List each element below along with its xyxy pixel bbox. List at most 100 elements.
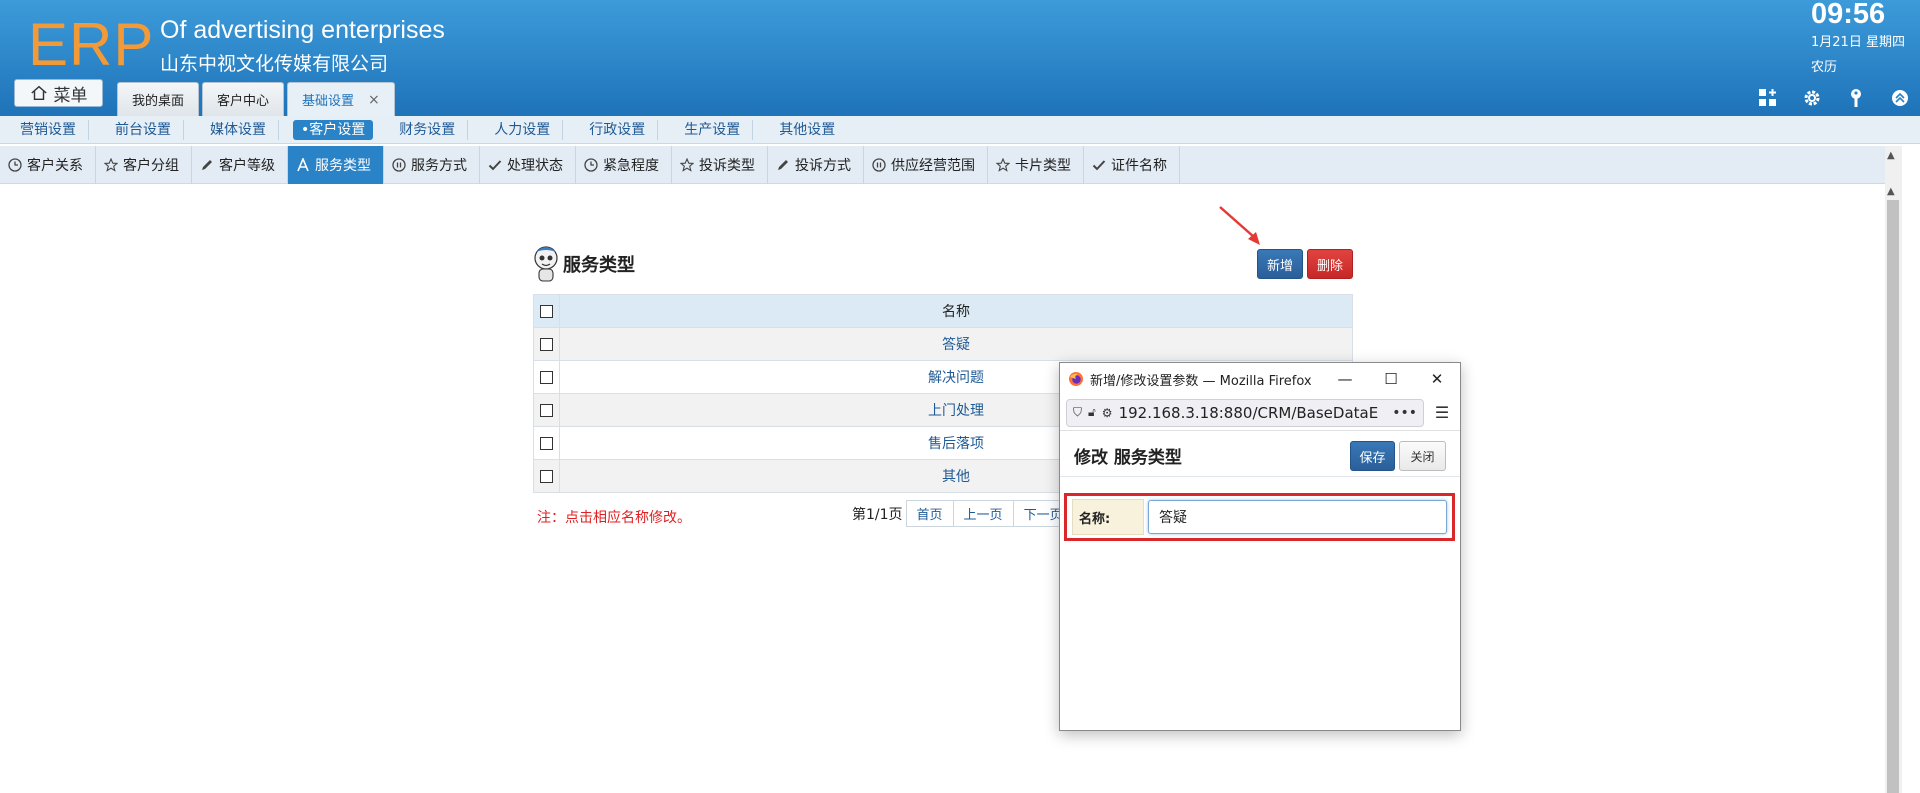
- first-page-button[interactable]: 首页: [905, 500, 954, 527]
- row-checkbox[interactable]: [540, 370, 553, 384]
- row-name-link[interactable]: 答疑: [559, 327, 1353, 361]
- menu-button[interactable]: 菜单: [14, 79, 103, 107]
- nav-hr-settings[interactable]: 人力设置: [482, 119, 564, 140]
- row-checkbox-cell: [533, 327, 560, 361]
- save-button[interactable]: 保存: [1350, 441, 1395, 471]
- tab-label: 我的桌面: [132, 94, 185, 109]
- maximize-icon[interactable]: ☐: [1368, 363, 1414, 395]
- name-input[interactable]: [1148, 500, 1447, 534]
- star-icon: [680, 158, 694, 172]
- subnav-label: 证件名称: [1111, 158, 1167, 174]
- close-window-icon[interactable]: ✕: [1414, 363, 1460, 395]
- firefox-icon: [1069, 372, 1083, 386]
- tab-label: 基础设置: [302, 94, 355, 109]
- nav-customer-settings[interactable]: •客户设置: [293, 119, 374, 140]
- subnav-complaint-method[interactable]: 投诉方式: [768, 146, 864, 184]
- close-tab-icon[interactable]: ×: [368, 92, 380, 108]
- row-checkbox[interactable]: [540, 436, 553, 450]
- nav-front-desk-settings[interactable]: 前台设置: [103, 119, 184, 140]
- subnav-supply-scope[interactable]: 供应经营范围: [864, 146, 988, 184]
- subnav-certificate-name[interactable]: 证件名称: [1084, 146, 1180, 184]
- url-field[interactable]: ⛉ 🔓︎ ⚙︎ 192.168.3.18:880/CRM/BaseDataE •…: [1066, 398, 1424, 427]
- select-all-checkbox[interactable]: [540, 304, 553, 318]
- page-actions-icon[interactable]: •••: [1392, 405, 1417, 421]
- page-info: 第1/1页: [852, 506, 903, 523]
- row-checkbox[interactable]: [540, 469, 553, 483]
- star-icon: [996, 158, 1010, 172]
- nav-other-settings[interactable]: 其他设置: [767, 120, 847, 140]
- name-field-row: 名称:: [1064, 493, 1455, 541]
- tab-customer-center[interactable]: 客户中心: [202, 82, 285, 116]
- tab-basic-settings[interactable]: 基础设置 ×: [287, 82, 395, 116]
- grid-icon[interactable]: [1756, 86, 1780, 110]
- mascot-icon: [534, 246, 558, 282]
- table-header-row: 名称: [533, 294, 1353, 328]
- company-name-cn: 山东中视文化传媒有限公司: [160, 53, 389, 75]
- subnav-label: 投诉类型: [699, 158, 755, 174]
- add-button[interactable]: 新增: [1257, 249, 1303, 279]
- subnav-card-type[interactable]: 卡片类型: [988, 146, 1084, 184]
- nav-marketing-settings[interactable]: 营销设置: [8, 119, 89, 140]
- subnav-complaint-type[interactable]: 投诉类型: [672, 146, 768, 184]
- check-icon: [1092, 160, 1106, 171]
- subnav-customer-group[interactable]: 客户分组: [96, 146, 192, 184]
- nav-media-settings[interactable]: 媒体设置: [198, 119, 279, 140]
- permissions-icon[interactable]: ⚙︎: [1102, 406, 1113, 420]
- subnav-service-method[interactable]: 服务方式: [384, 146, 480, 184]
- popup-heading: 修改 服务类型: [1074, 448, 1182, 468]
- select-all-cell: [533, 294, 560, 328]
- subnav-label: 客户关系: [27, 158, 83, 174]
- key-icon[interactable]: [1844, 86, 1868, 110]
- subnav-label: 紧急程度: [603, 158, 659, 174]
- font-icon: [297, 158, 309, 172]
- subnav-processing-status[interactable]: 处理状态: [480, 146, 576, 184]
- pause-icon: [872, 158, 886, 172]
- red-arrow-annotation: [1219, 206, 1260, 245]
- scroll-up-arrow-icon[interactable]: ▲: [1887, 186, 1895, 197]
- logo: ERP: [28, 11, 155, 78]
- insecure-lock-icon[interactable]: 🔓︎: [1088, 405, 1096, 420]
- nav-production-settings[interactable]: 生产设置: [672, 119, 754, 140]
- nav-finance-settings[interactable]: 财务设置: [387, 119, 469, 140]
- popup-titlebar[interactable]: 新增/修改设置参数 — Mozilla Firefox — ☐ ✕: [1060, 363, 1460, 395]
- name-field-label: 名称:: [1072, 499, 1144, 535]
- subnav-customer-relation[interactable]: 客户关系: [0, 146, 96, 184]
- subnav-label: 供应经营范围: [891, 158, 975, 174]
- popup-urlbar: ⛉ 🔓︎ ⚙︎ 192.168.3.18:880/CRM/BaseDataE •…: [1060, 395, 1460, 431]
- check-icon: [488, 160, 502, 171]
- delete-button[interactable]: 删除: [1307, 249, 1353, 279]
- scrollbar-thumb[interactable]: [1887, 200, 1899, 793]
- gear-icon[interactable]: [1800, 86, 1824, 110]
- subnav-label: 服务方式: [411, 158, 467, 174]
- minimize-icon[interactable]: —: [1322, 363, 1368, 395]
- tab-my-desktop[interactable]: 我的桌面: [117, 82, 200, 116]
- page-title-area: 服务类型: [533, 244, 635, 284]
- collapse-icon[interactable]: [1888, 86, 1912, 110]
- row-checkbox[interactable]: [540, 403, 553, 417]
- date-text: 1月21日 星期四: [1811, 35, 1905, 50]
- shield-icon[interactable]: ⛉: [1073, 405, 1082, 420]
- header-toolbar: [1756, 86, 1912, 110]
- nav-admin-settings[interactable]: 行政设置: [577, 119, 659, 140]
- tab-label: 客户中心: [217, 94, 270, 109]
- page-title: 服务类型: [563, 255, 635, 276]
- popup-header: 修改 服务类型 保存 关闭: [1060, 431, 1460, 477]
- subnav-customer-level[interactable]: 客户等级: [192, 146, 288, 184]
- prev-page-button[interactable]: 上一页: [952, 500, 1014, 527]
- subnav-urgency[interactable]: 紧急程度: [576, 146, 672, 184]
- clock-icon: [584, 158, 598, 172]
- subnav-label: 卡片类型: [1015, 158, 1071, 174]
- row-checkbox[interactable]: [540, 337, 553, 351]
- subnav-service-type[interactable]: 服务类型: [288, 146, 384, 184]
- subnav-label: 投诉方式: [795, 158, 851, 174]
- pencil-icon: [778, 160, 788, 170]
- row-checkbox-cell: [533, 426, 560, 460]
- app-header: ERP Of advertising enterprises 山东中视文化传媒有…: [0, 0, 1920, 116]
- pagination: 第1/1页 首页 上一页 下一页: [852, 500, 1074, 527]
- clock-icon: [8, 158, 22, 172]
- row-checkbox-cell: [533, 360, 560, 394]
- hamburger-menu-icon[interactable]: ☰: [1430, 403, 1454, 422]
- menu-label: 菜单: [53, 85, 88, 106]
- close-button[interactable]: 关闭: [1399, 441, 1446, 471]
- scroll-up-arrow-icon[interactable]: ▲: [1887, 150, 1895, 161]
